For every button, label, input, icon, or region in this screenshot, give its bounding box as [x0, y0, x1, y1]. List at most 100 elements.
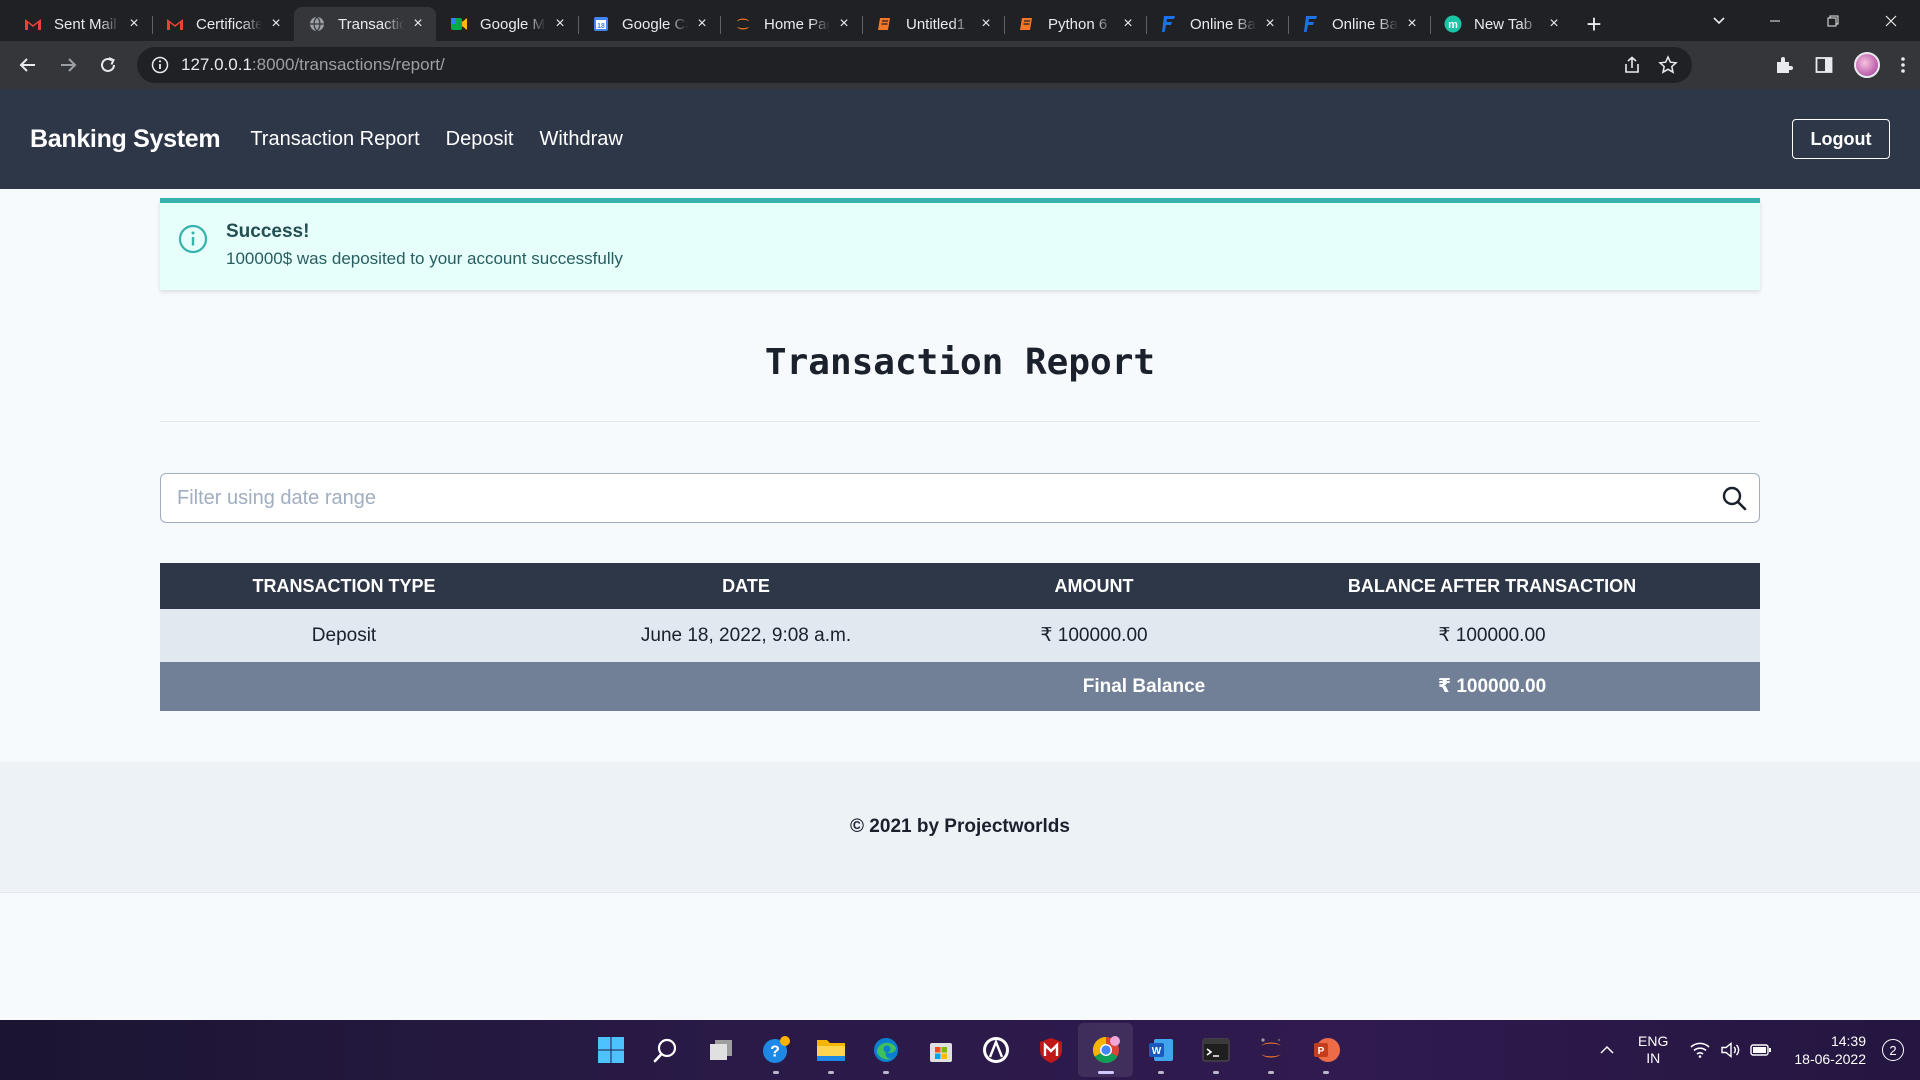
url-text[interactable]: 127.0.0.1:8000/transactions/report/: [181, 55, 445, 75]
chrome-icon: [1092, 1036, 1120, 1064]
url-path: :8000/transactions/report/: [251, 55, 445, 74]
close-tab-icon[interactable]: ×: [1404, 16, 1420, 32]
running-indicator: [1267, 1071, 1274, 1074]
quick-settings[interactable]: [1690, 1042, 1772, 1058]
tab-title: Transaction: [338, 15, 404, 33]
browser-tab[interactable]: 18 Google Calendar ×: [578, 7, 720, 41]
search-button[interactable]: [1709, 474, 1759, 522]
close-tab-icon[interactable]: ×: [552, 16, 568, 32]
tab-title: Certificate: [196, 15, 262, 33]
taskbar-search[interactable]: [638, 1023, 693, 1077]
browser-tab[interactable]: Google Meet ×: [436, 7, 578, 41]
browser-tab[interactable]: Untitled1 ×: [862, 7, 1004, 41]
extensions-icon[interactable]: [1774, 55, 1794, 75]
new-tab-icon: m: [1444, 15, 1462, 33]
table-header: Transaction Type Date Amount Balance Aft…: [160, 563, 1760, 609]
more-menu-icon[interactable]: [1900, 55, 1906, 75]
empty-cell: [160, 662, 528, 711]
browser-tab[interactable]: Online Banking ×: [1288, 7, 1430, 41]
info-icon: [178, 224, 208, 254]
jupyter-app[interactable]: [1243, 1023, 1298, 1077]
logout-button[interactable]: Logout: [1792, 119, 1890, 159]
terminal-app[interactable]: [1188, 1023, 1243, 1077]
browser-tab[interactable]: Online Banking ×: [1146, 7, 1288, 41]
success-alert: Success! 100000$ was deposited to your a…: [160, 198, 1760, 290]
nav-link-deposit[interactable]: Deposit: [446, 128, 514, 151]
bookmark-star-icon[interactable]: [1658, 55, 1678, 75]
arrow-left-icon: [19, 58, 35, 72]
alert-title: Success!: [226, 221, 310, 242]
gmail-icon: [166, 15, 184, 33]
file-explorer-app[interactable]: [803, 1023, 858, 1077]
close-window-button[interactable]: [1862, 0, 1920, 41]
site-info-icon[interactable]: [151, 56, 169, 74]
nav-link-transaction-report[interactable]: Transaction Report: [250, 128, 419, 151]
tab-title: Google Calendar: [622, 15, 688, 33]
microsoft-store-app[interactable]: [913, 1023, 968, 1077]
close-tab-icon[interactable]: ×: [1546, 16, 1562, 32]
back-button[interactable]: [8, 45, 48, 85]
notebook-icon: [1018, 15, 1036, 33]
language-indicator[interactable]: ENG IN: [1638, 1033, 1668, 1067]
close-tab-icon[interactable]: ×: [268, 16, 284, 32]
start-button[interactable]: [583, 1023, 638, 1077]
minimize-button[interactable]: [1746, 0, 1804, 41]
restore-icon: [1827, 15, 1839, 26]
profile-avatar[interactable]: [1854, 52, 1880, 78]
svg-text:W: W: [1151, 1046, 1161, 1057]
close-tab-icon[interactable]: ×: [410, 16, 426, 32]
transactions-table: Transaction Type Date Amount Balance Aft…: [160, 563, 1760, 711]
close-tab-icon[interactable]: ×: [126, 16, 142, 32]
url-host: 127.0.0.1: [181, 55, 252, 74]
pinned-app[interactable]: [968, 1023, 1023, 1077]
close-tab-icon[interactable]: ×: [978, 16, 994, 32]
nav-link-withdraw[interactable]: Withdraw: [539, 128, 622, 151]
word-app[interactable]: W: [1133, 1023, 1188, 1077]
browser-tab[interactable]: Python 6 ×: [1004, 7, 1146, 41]
final-balance-value: ₹ 100000.00: [1224, 662, 1760, 711]
address-bar[interactable]: 127.0.0.1:8000/transactions/report/: [137, 47, 1692, 83]
date-range-input[interactable]: [161, 474, 1709, 522]
close-tab-icon[interactable]: ×: [694, 16, 710, 32]
tab-title: New Tab: [1474, 15, 1533, 33]
reload-icon: [101, 57, 115, 72]
close-tab-icon[interactable]: ×: [1120, 16, 1136, 32]
browser-tab-strip: Sent Mail×Certificate×Transaction×Google…: [0, 0, 1920, 41]
browser-tab[interactable]: Transaction ×: [294, 7, 436, 41]
table-body: Deposit June 18, 2022, 9:08 a.m. ₹ 10000…: [160, 609, 1760, 711]
browser-tab[interactable]: m New Tab ×: [1430, 7, 1572, 41]
running-indicator: [1157, 1071, 1164, 1074]
column-header-balance: Balance After Transaction: [1224, 563, 1760, 609]
powerpoint-app[interactable]: P: [1298, 1023, 1353, 1077]
mcafee-app[interactable]: [1023, 1023, 1078, 1077]
restore-button[interactable]: [1804, 0, 1862, 41]
reload-button[interactable]: [88, 45, 128, 85]
browser-tab[interactable]: Sent Mail ×: [10, 7, 152, 41]
notification-badge[interactable]: 2: [1882, 1039, 1904, 1061]
close-tab-icon[interactable]: ×: [836, 16, 852, 32]
windows-start-icon: [597, 1037, 624, 1063]
task-view-button[interactable]: [693, 1023, 748, 1077]
forward-button[interactable]: [48, 45, 88, 85]
brand-logo-text[interactable]: Banking System: [30, 125, 221, 154]
close-tab-icon[interactable]: ×: [1262, 16, 1278, 32]
edge-icon: [873, 1038, 898, 1062]
browser-tab[interactable]: Home Page ×: [720, 7, 862, 41]
notebook-icon: [876, 15, 894, 33]
mcafee-icon: [1039, 1038, 1062, 1063]
browser-tab[interactable]: Certificate ×: [152, 7, 294, 41]
show-hidden-icons-button[interactable]: [1592, 1042, 1622, 1058]
new-tab-button[interactable]: +: [1576, 7, 1612, 41]
minimize-icon: [1770, 20, 1780, 21]
alert-message: 100000$ was deposited to your account su…: [226, 249, 623, 268]
get-help-app[interactable]: ?: [748, 1023, 803, 1077]
tab-title: Python 6: [1048, 15, 1108, 33]
tab-search-button[interactable]: [1703, 6, 1735, 34]
share-icon[interactable]: [1622, 55, 1642, 75]
running-indicator: [1097, 1071, 1114, 1074]
chrome-app[interactable]: [1078, 1023, 1133, 1077]
taskbar-clock[interactable]: 14:39 18-06-2022: [1794, 1032, 1866, 1068]
footer-copyright: © 2021 by Projectworlds: [850, 816, 1070, 837]
side-panel-icon[interactable]: [1814, 55, 1834, 75]
edge-app[interactable]: [858, 1023, 913, 1077]
